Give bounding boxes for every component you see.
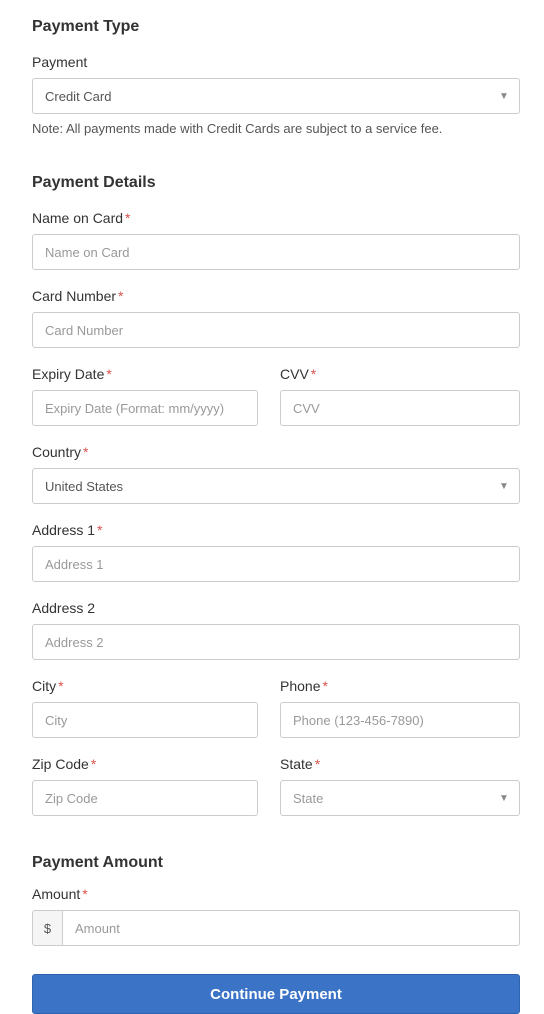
zip-label-text: Zip Code: [32, 756, 89, 772]
city-phone-row: City* Phone*: [32, 678, 520, 738]
address1-input[interactable]: [32, 546, 520, 582]
address2-label: Address 2: [32, 600, 520, 616]
expiry-input[interactable]: [32, 390, 258, 426]
expiry-field: Expiry Date*: [32, 366, 258, 426]
expiry-label-text: Expiry Date: [32, 366, 104, 382]
required-mark: *: [322, 678, 327, 694]
amount-label: Amount*: [32, 886, 520, 902]
state-label-text: State: [280, 756, 313, 772]
zip-state-row: Zip Code* State* State ▼: [32, 756, 520, 816]
phone-input[interactable]: [280, 702, 520, 738]
required-mark: *: [82, 886, 87, 902]
address2-field: Address 2: [32, 600, 520, 660]
name-on-card-label-text: Name on Card: [32, 210, 123, 226]
city-field: City*: [32, 678, 258, 738]
phone-label: Phone*: [280, 678, 520, 694]
card-number-label: Card Number*: [32, 288, 520, 304]
expiry-cvv-row: Expiry Date* CVV*: [32, 366, 520, 426]
state-select[interactable]: State ▼: [280, 780, 520, 816]
cvv-label-text: CVV: [280, 366, 309, 382]
address1-field: Address 1*: [32, 522, 520, 582]
card-number-field: Card Number*: [32, 288, 520, 348]
payment-type-select[interactable]: Credit Card ▼: [32, 78, 520, 114]
section-payment-details-heading: Payment Details: [32, 174, 520, 192]
required-mark: *: [125, 210, 130, 226]
cvv-field: CVV*: [280, 366, 520, 426]
card-number-label-text: Card Number: [32, 288, 116, 304]
required-mark: *: [106, 366, 111, 382]
required-mark: *: [91, 756, 96, 772]
required-mark: *: [83, 444, 88, 460]
country-field: Country* United States ▼: [32, 444, 520, 504]
required-mark: *: [118, 288, 123, 304]
amount-field: Amount* $: [32, 886, 520, 946]
country-label-text: Country: [32, 444, 81, 460]
currency-symbol: $: [32, 910, 62, 946]
section-payment-type-heading: Payment Type: [32, 18, 520, 36]
required-mark: *: [311, 366, 316, 382]
amount-input-group: $: [32, 910, 520, 946]
name-on-card-field: Name on Card*: [32, 210, 520, 270]
cvv-input[interactable]: [280, 390, 520, 426]
continue-payment-button[interactable]: Continue Payment: [32, 974, 520, 1014]
address2-input[interactable]: [32, 624, 520, 660]
phone-field: Phone*: [280, 678, 520, 738]
country-select[interactable]: United States ▼: [32, 468, 520, 504]
zip-input[interactable]: [32, 780, 258, 816]
payment-type-select-value: Credit Card: [32, 78, 520, 114]
required-mark: *: [58, 678, 63, 694]
required-mark: *: [315, 756, 320, 772]
state-select-value: State: [280, 780, 520, 816]
payment-type-field: Payment Credit Card ▼ Note: All payments…: [32, 54, 520, 138]
country-select-value: United States: [32, 468, 520, 504]
expiry-label: Expiry Date*: [32, 366, 258, 382]
cvv-label: CVV*: [280, 366, 520, 382]
section-payment-amount-heading: Payment Amount: [32, 854, 520, 872]
zip-label: Zip Code*: [32, 756, 258, 772]
city-label: City*: [32, 678, 258, 694]
payment-type-note: Note: All payments made with Credit Card…: [32, 120, 520, 138]
city-label-text: City: [32, 678, 56, 694]
address1-label: Address 1*: [32, 522, 520, 538]
state-field: State* State ▼: [280, 756, 520, 816]
state-label: State*: [280, 756, 520, 772]
payment-type-label: Payment: [32, 54, 520, 70]
name-on-card-input[interactable]: [32, 234, 520, 270]
country-label: Country*: [32, 444, 520, 460]
card-number-input[interactable]: [32, 312, 520, 348]
zip-field: Zip Code*: [32, 756, 258, 816]
city-input[interactable]: [32, 702, 258, 738]
amount-label-text: Amount: [32, 886, 80, 902]
required-mark: *: [97, 522, 102, 538]
amount-input[interactable]: [62, 910, 520, 946]
phone-label-text: Phone: [280, 678, 320, 694]
name-on-card-label: Name on Card*: [32, 210, 520, 226]
address1-label-text: Address 1: [32, 522, 95, 538]
